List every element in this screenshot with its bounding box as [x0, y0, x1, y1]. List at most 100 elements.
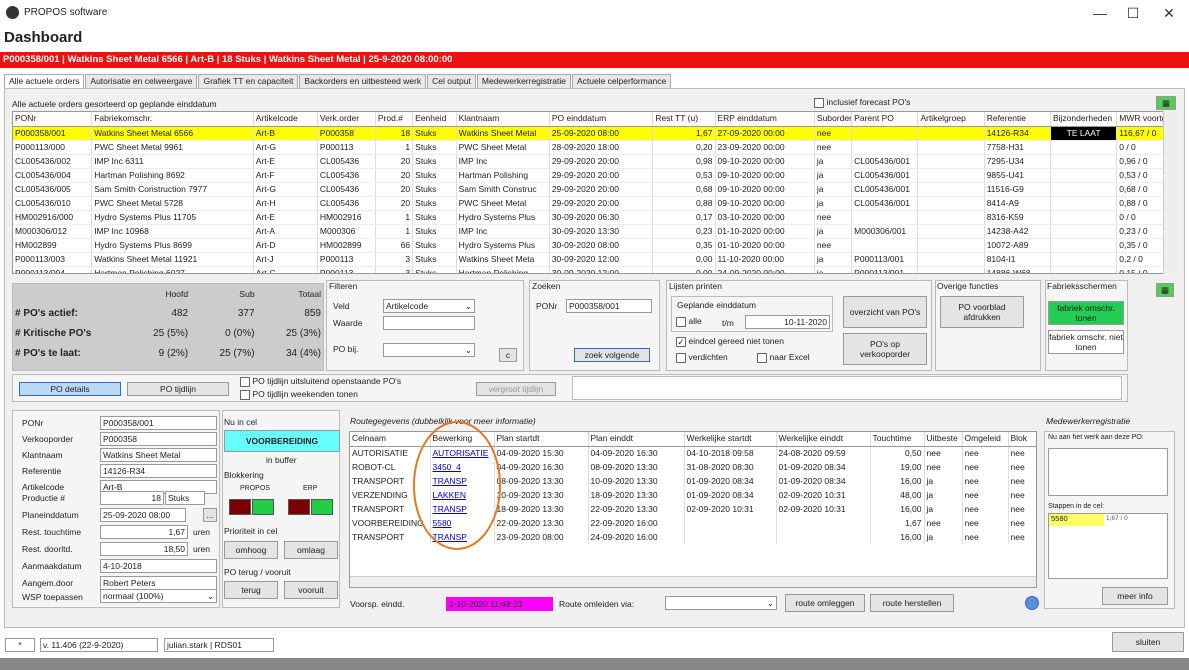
touch-label: Rest. touchtime — [22, 527, 82, 537]
terug-button[interactable]: terug — [224, 581, 278, 599]
productie-unit: Stuks — [165, 491, 205, 505]
vergroot-tijdlijn-button[interactable]: vergroot tijdlijn — [476, 382, 556, 396]
table-cell — [851, 126, 919, 141]
orders-col-header[interactable]: Fabriekomschr. — [91, 112, 254, 127]
waarde-input[interactable] — [383, 316, 475, 330]
factory-hide-button[interactable]: fabriek omschr. niet tonen — [1048, 330, 1124, 354]
route-col-header[interactable]: Plan einddt — [588, 432, 685, 447]
table-cell: 0,00 — [652, 252, 716, 267]
forecast-checkbox[interactable]: inclusief forecast PO's — [814, 97, 910, 108]
table-cell: Stuks — [412, 224, 457, 239]
table-cell: 0,15 / 0 — [1116, 266, 1165, 273]
table-row[interactable]: CL005436/010 PWC Sheet Metal 5728 Art-H CL0… — [13, 196, 1165, 211]
orders-col-header[interactable]: PONr — [13, 112, 93, 127]
table-row[interactable]: P000358/001 Watkins Sheet Metal 6566 Art-B… — [13, 126, 1165, 141]
voorblad-button[interactable]: PO voorblad afdrukken — [940, 296, 1024, 328]
route-col-header[interactable]: Werkelijke startdt — [684, 432, 777, 447]
verdichten-checkbox[interactable]: verdichten — [676, 352, 728, 363]
omlaag-button[interactable]: omlaag — [284, 541, 338, 559]
table-row[interactable]: P000113/000 PWC Sheet Metal 9961 Art-G P000… — [13, 140, 1165, 155]
erp-block-green[interactable] — [311, 499, 333, 515]
close-button[interactable]: ✕ — [1154, 2, 1184, 24]
plan-input[interactable]: 25-09-2020 08:00 — [100, 508, 186, 522]
tab-cel-output[interactable]: Cel output — [427, 74, 476, 88]
factory-show-button[interactable]: fabriek omschr. tonen — [1048, 301, 1124, 325]
route-col-header[interactable]: Werkelijke einddt — [776, 432, 871, 447]
plan-picker-button[interactable]: ... — [203, 508, 217, 522]
zoek-volgende-button[interactable]: zoek volgende — [574, 348, 650, 362]
orders-col-header[interactable]: Artikelcode — [253, 112, 318, 127]
orders-col-header[interactable]: Eenheid — [412, 112, 457, 127]
excel-export-icon[interactable]: ▦ — [1156, 96, 1176, 110]
route-col-header[interactable]: Omgeleid — [962, 432, 1009, 447]
orders-col-header[interactable]: Prod.# — [375, 112, 414, 127]
naar-excel-checkbox[interactable]: naar Excel — [757, 352, 810, 363]
table-row[interactable]: CL005436/005 Sam Smith Construction 7977 A… — [13, 182, 1165, 197]
route-omleggen-button[interactable]: route omleggen — [785, 594, 865, 612]
route-col-header[interactable]: Plan startdt — [494, 432, 589, 447]
maximize-button[interactable]: ☐ — [1118, 2, 1148, 24]
route-cell: nee — [1008, 460, 1036, 474]
table-row[interactable]: CL005436/004 Hartman Polishing 8692 Art-F C… — [13, 168, 1165, 183]
omhoog-button[interactable]: omhoog — [224, 541, 278, 559]
meer-info-button[interactable]: meer info — [1102, 587, 1168, 605]
tab-alle-actuele-orders[interactable]: Alle actuele orders — [4, 74, 85, 89]
tijdlijn-weekend-checkbox[interactable]: PO tijdlijn weekenden tonen — [240, 389, 358, 400]
tijdlijn-open-checkbox[interactable]: PO tijdlijn uitsluitend openstaande PO's — [240, 376, 401, 387]
tm-date-input[interactable]: 10-11-2020 — [745, 315, 830, 329]
route-col-header[interactable]: Blok — [1008, 432, 1036, 447]
table-row[interactable]: HM002916/000 Hydro Systems Plus 11705 Art-… — [13, 210, 1165, 225]
info-icon[interactable] — [1025, 596, 1039, 610]
veld-select[interactable]: Artikelcode ⌄ — [383, 299, 475, 313]
orders-col-header[interactable]: Parent PO — [851, 112, 919, 127]
po-bij-select[interactable]: ⌄ — [383, 343, 475, 357]
eindcel-checkbox[interactable]: ✓ eindcel gereed niet tonen — [676, 336, 784, 347]
footer-star: * — [5, 638, 35, 652]
orders-scrollbar[interactable] — [1163, 111, 1177, 274]
table-row[interactable]: P000113/004 Hartman Polishing 6027 Art-C P0… — [13, 266, 1165, 273]
overzicht-button[interactable]: overzicht van PO's — [843, 296, 927, 328]
po-tijdlijn-button[interactable]: PO tijdlijn — [127, 382, 229, 396]
vooruit-button[interactable]: vooruit — [284, 581, 338, 599]
ponr-search-input[interactable]: P000358/001 — [566, 299, 652, 313]
minimize-button[interactable]: — — [1085, 2, 1115, 24]
orders-col-header[interactable]: ERP einddatum — [715, 112, 815, 127]
mwr-werk-list[interactable] — [1048, 448, 1168, 496]
orders-col-header[interactable]: Verk.order — [317, 112, 376, 127]
orders-col-header[interactable]: Suborder — [814, 112, 853, 127]
clear-filter-button[interactable]: c — [499, 348, 517, 362]
orders-col-header[interactable]: Klantnaam — [456, 112, 550, 127]
table-row[interactable]: CL005436/002 IMP Inc 6311 Art-E CL005436 20 S… — [13, 154, 1165, 169]
route-herstellen-button[interactable]: route herstellen — [870, 594, 954, 612]
tab-celperformance[interactable]: Actuele celperformance — [571, 74, 672, 88]
route-col-header[interactable]: Uitbeste — [924, 432, 963, 447]
orders-col-header[interactable]: Bijzonderheden — [1050, 112, 1118, 127]
tab-backorders[interactable]: Backorders en uitbesteed werk — [299, 74, 427, 88]
propos-block-green[interactable] — [252, 499, 274, 515]
mwr-stap[interactable]: 5580 — [1049, 514, 1104, 526]
verkooporder-button[interactable]: PO's op verkooporder — [843, 333, 927, 365]
po-details-button[interactable]: PO details — [19, 382, 121, 396]
orders-col-header[interactable]: PO einddatum — [549, 112, 654, 127]
propos-block-red[interactable] — [229, 499, 251, 515]
tab-grafiek[interactable]: Grafiek TT en capaciteit — [198, 74, 299, 88]
route-scrollbar[interactable] — [350, 576, 1036, 587]
productie-input[interactable]: 18 — [100, 491, 164, 505]
alle-checkbox[interactable]: alle — [676, 316, 702, 327]
orders-col-header[interactable]: Referentie — [984, 112, 1051, 127]
orders-col-header[interactable]: Rest TT (u) — [652, 112, 716, 127]
table-row[interactable]: HM002899 Hydro Systems Plus 8699 Art-D HM00… — [13, 238, 1165, 253]
orders-col-header[interactable]: Artikelgroep — [917, 112, 985, 127]
sluiten-button[interactable]: sluiten — [1112, 632, 1184, 652]
table-row[interactable]: P000113/003 Watkins Sheet Metal 11921 Art-… — [13, 252, 1165, 267]
orders-col-header[interactable]: MWR voortgang — [1116, 112, 1165, 127]
tab-medewerkerregistratie[interactable]: Medewerkerregistratie — [476, 74, 571, 88]
tab-autorisatie[interactable]: Autorisatie en celweergave — [85, 74, 198, 88]
erp-block-red[interactable] — [288, 499, 310, 515]
route-col-header[interactable]: Celnaam — [350, 432, 431, 447]
table-row[interactable]: M000306/012 IMP Inc 10968 Art-A M000306 1 Stu… — [13, 224, 1165, 239]
wsp-select[interactable]: normaal (100%) ⌄ — [100, 589, 217, 603]
omleiden-select[interactable]: ⌄ — [665, 596, 777, 610]
route-col-header[interactable]: Touchtime — [870, 432, 925, 447]
excel-export-icon[interactable]: ▦ — [1156, 283, 1174, 297]
